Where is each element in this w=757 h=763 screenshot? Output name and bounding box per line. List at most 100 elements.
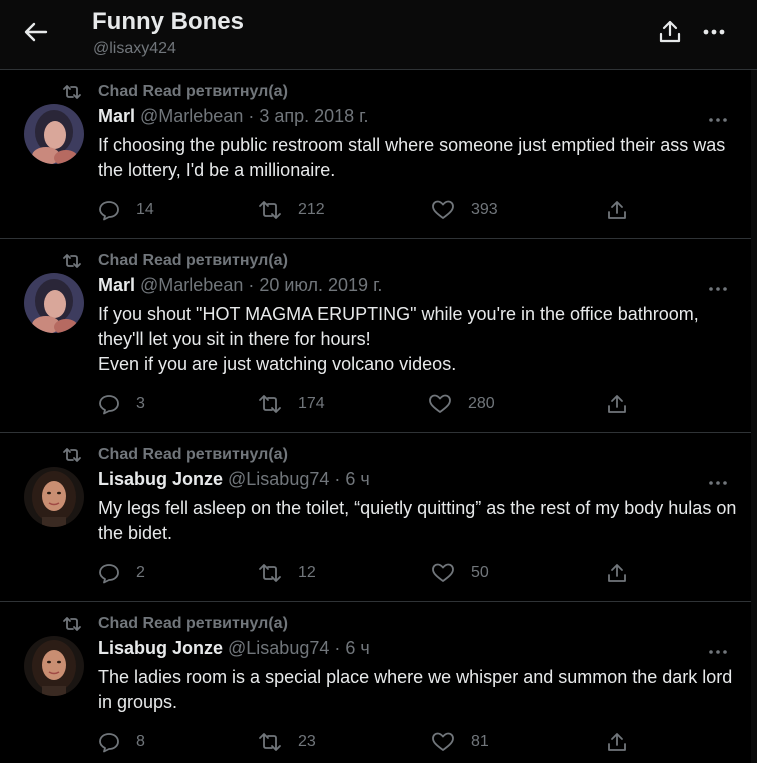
retweet-icon xyxy=(259,395,281,413)
retweet-icon xyxy=(63,85,81,99)
retweet-context: Chad Read ретвитнул(а) xyxy=(62,445,288,465)
author-handle-date[interactable]: @Marlebean · 3 апр. 2018 г. xyxy=(140,106,369,127)
reply-count: 2 xyxy=(136,564,145,581)
author-name[interactable]: Marl xyxy=(98,275,135,296)
tweet-card[interactable]: Chad Read ретвитнул(а) Marl @Marlebean ·… xyxy=(0,239,751,433)
author-handle-date[interactable]: @Lisabug74 · 6 ч xyxy=(228,638,370,659)
like-button[interactable]: 393 xyxy=(431,199,498,221)
more-horizontal-icon xyxy=(709,287,727,291)
tweet-more-button[interactable] xyxy=(706,112,730,128)
reply-button[interactable]: 8 xyxy=(98,731,145,753)
tweet-more-button[interactable] xyxy=(706,644,730,660)
reply-count: 14 xyxy=(136,201,154,218)
retweeted-by-label[interactable]: Chad Read ретвитнул(а) xyxy=(98,446,288,464)
share-button[interactable] xyxy=(606,393,628,415)
tweet-more-button[interactable] xyxy=(706,475,730,491)
avatar[interactable] xyxy=(24,636,84,696)
tweet-actions: 2 12 50 xyxy=(98,562,638,586)
tweet-author-row: Lisabug Jonze @Lisabug74 · 6 ч xyxy=(98,469,370,490)
tweet-text: If you shout "HOT MAGMA ERUPTING" while … xyxy=(98,304,699,374)
more-horizontal-icon xyxy=(709,481,727,485)
tweet-author-row: Marl @Marlebean · 20 июл. 2019 г. xyxy=(98,275,382,296)
reply-icon xyxy=(99,395,119,415)
avatar-photo xyxy=(24,467,84,527)
like-button[interactable]: 81 xyxy=(431,731,489,753)
share-icon xyxy=(659,20,681,43)
avatar-photo xyxy=(24,273,84,333)
retweet-icon xyxy=(63,448,81,462)
retweeted-by-label[interactable]: Chad Read ретвитнул(а) xyxy=(98,615,288,633)
retweet-button[interactable]: 23 xyxy=(258,731,316,753)
author-name[interactable]: Lisabug Jonze xyxy=(98,638,223,659)
retweet-button[interactable]: 12 xyxy=(258,562,316,584)
share-button[interactable] xyxy=(606,199,628,221)
more-horizontal-icon xyxy=(709,118,727,122)
tweet-actions: 14 212 393 xyxy=(98,199,638,223)
avatar[interactable] xyxy=(24,467,84,527)
share-icon xyxy=(608,201,626,219)
retweet-icon xyxy=(259,201,281,219)
author-name[interactable]: Marl xyxy=(98,106,135,127)
retweeted-by-label[interactable]: Chad Read ретвитнул(а) xyxy=(98,252,288,270)
profile-name: Funny Bones xyxy=(92,8,245,35)
like-count: 81 xyxy=(471,733,489,750)
share-icon xyxy=(608,564,626,582)
retweet-button[interactable]: 174 xyxy=(258,393,325,415)
avatar-photo xyxy=(24,636,84,696)
reply-button[interactable]: 14 xyxy=(98,199,154,221)
retweet-icon xyxy=(63,254,81,268)
profile-header: Funny Bones @lisaxy424 xyxy=(0,0,757,70)
heart-icon xyxy=(429,394,451,413)
share-icon xyxy=(608,395,626,413)
author-name[interactable]: Lisabug Jonze xyxy=(98,469,223,490)
author-handle-date[interactable]: @Marlebean · 20 июл. 2019 г. xyxy=(140,275,382,296)
retweet-icon xyxy=(259,564,281,582)
author-handle-date[interactable]: @Lisabug74 · 6 ч xyxy=(228,469,370,490)
avatar[interactable] xyxy=(24,273,84,333)
tweet-card[interactable]: Chad Read ретвитнул(а) Lisabug Jonze @Li… xyxy=(0,433,751,602)
share-profile-button[interactable] xyxy=(657,19,683,45)
retweet-count: 12 xyxy=(298,564,316,581)
heart-icon xyxy=(432,200,454,219)
heart-icon xyxy=(432,732,454,751)
like-button[interactable]: 280 xyxy=(428,393,495,415)
like-count: 393 xyxy=(471,201,498,218)
avatar-photo xyxy=(24,104,84,164)
more-horizontal-icon xyxy=(703,29,725,35)
like-button[interactable]: 50 xyxy=(431,562,489,584)
retweet-context: Chad Read ретвитнул(а) xyxy=(62,251,288,271)
retweet-count: 212 xyxy=(298,201,325,218)
profile-handle: @lisaxy424 xyxy=(93,40,176,57)
like-count: 280 xyxy=(468,395,495,412)
like-count: 50 xyxy=(471,564,489,581)
tweet-more-button[interactable] xyxy=(706,281,730,297)
tweet-text: If choosing the public restroom stall wh… xyxy=(98,135,726,180)
back-button[interactable] xyxy=(22,18,50,46)
tweet-text: The ladies room is a special place where… xyxy=(98,667,733,712)
retweet-button[interactable]: 212 xyxy=(258,199,325,221)
reply-button[interactable]: 2 xyxy=(98,562,145,584)
reply-icon xyxy=(99,733,119,753)
reply-button[interactable]: 3 xyxy=(98,393,145,415)
reply-icon xyxy=(99,201,119,221)
share-button[interactable] xyxy=(606,731,628,753)
share-icon xyxy=(608,733,626,751)
retweet-context: Chad Read ретвитнул(а) xyxy=(62,614,288,634)
tweet-text: My legs fell asleep on the toilet, “quie… xyxy=(98,498,737,543)
tweet-author-row: Lisabug Jonze @Lisabug74 · 6 ч xyxy=(98,638,370,659)
reply-count: 8 xyxy=(136,733,145,750)
arrow-left-icon xyxy=(24,22,48,42)
tweet-actions: 3 174 280 xyxy=(98,393,638,417)
avatar[interactable] xyxy=(24,104,84,164)
tweet-actions: 8 23 81 xyxy=(98,731,638,755)
retweet-context: Chad Read ретвитнул(а) xyxy=(62,82,288,102)
tweet-card[interactable]: Chad Read ретвитнул(а) Lisabug Jonze @Li… xyxy=(0,602,751,763)
reply-icon xyxy=(99,564,119,584)
share-button[interactable] xyxy=(606,562,628,584)
retweeted-by-label[interactable]: Chad Read ретвитнул(а) xyxy=(98,83,288,101)
tweet-author-row: Marl @Marlebean · 3 апр. 2018 г. xyxy=(98,106,369,127)
scrollbar[interactable] xyxy=(751,70,757,763)
tweet-card[interactable]: Chad Read ретвитнул(а) Marl @Marlebean ·… xyxy=(0,70,751,239)
more-options-button[interactable] xyxy=(700,19,728,45)
heart-icon xyxy=(432,563,454,582)
